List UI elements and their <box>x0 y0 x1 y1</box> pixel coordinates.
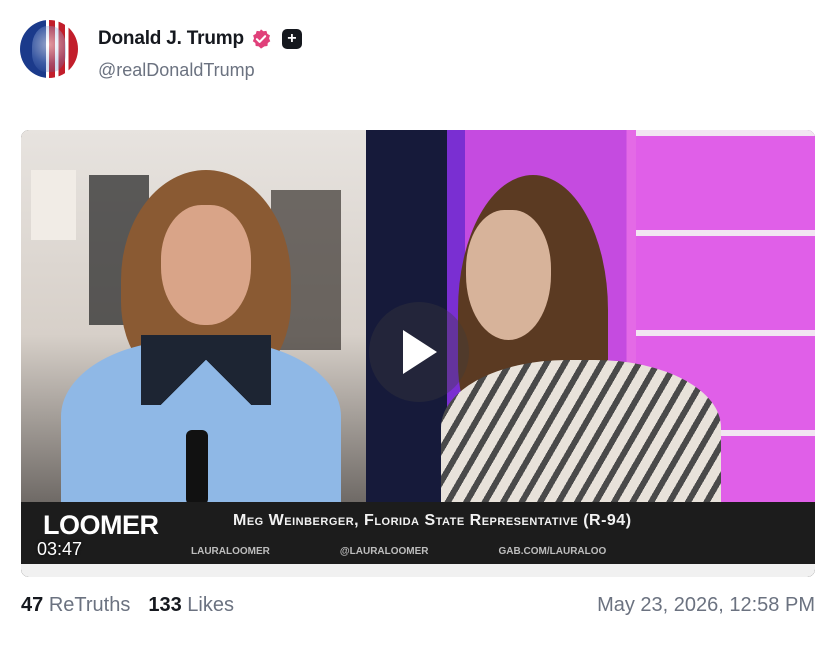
post-stats: 47 ReTruths 133 Likes <box>21 594 234 617</box>
retruths-label: ReTruths <box>48 594 131 616</box>
author-name[interactable]: Donald J. Trump <box>98 28 244 50</box>
plus-badge-icon: + <box>281 29 302 49</box>
video-lower-third: LOOMER Meg Weinberger, Florida State Rep… <box>21 502 815 577</box>
post-timestamp[interactable]: May 23, 2026, 12:58 PM <box>597 594 815 617</box>
post-header: Donald J. Trump + @realDonaldTrump <box>20 20 820 82</box>
news-ticker <box>21 564 815 577</box>
lower-third-socials: LAURALOOMER @LAURALOOMER GAB.COM/LAURALO… <box>191 546 606 557</box>
video-duration: 03:47 <box>37 539 83 559</box>
lower-third-caption: Meg Weinberger, Florida State Representa… <box>233 512 632 529</box>
channel-logo: LOOMER <box>43 510 159 540</box>
video-player[interactable]: LOOMER Meg Weinberger, Florida State Rep… <box>21 130 815 577</box>
social-handle: GAB.COM/LAURALOO <box>498 546 607 557</box>
author-name-row: Donald J. Trump + <box>98 28 302 50</box>
likes-count: 133 <box>148 594 182 616</box>
avatar[interactable] <box>20 20 78 78</box>
social-handle: @LAURALOOMER <box>339 546 429 557</box>
likes-stat[interactable]: 133 Likes <box>148 594 234 617</box>
video-frame-left <box>21 130 366 510</box>
play-icon <box>403 330 437 374</box>
retruths-count: 47 <box>21 594 44 616</box>
social-handle: LAURALOOMER <box>191 546 270 557</box>
author-handle[interactable]: @realDonaldTrump <box>98 60 255 81</box>
play-button[interactable] <box>369 302 469 402</box>
retruths-stat[interactable]: 47 ReTruths <box>21 594 130 617</box>
verified-badge-icon <box>252 29 271 49</box>
likes-label: Likes <box>187 594 234 616</box>
